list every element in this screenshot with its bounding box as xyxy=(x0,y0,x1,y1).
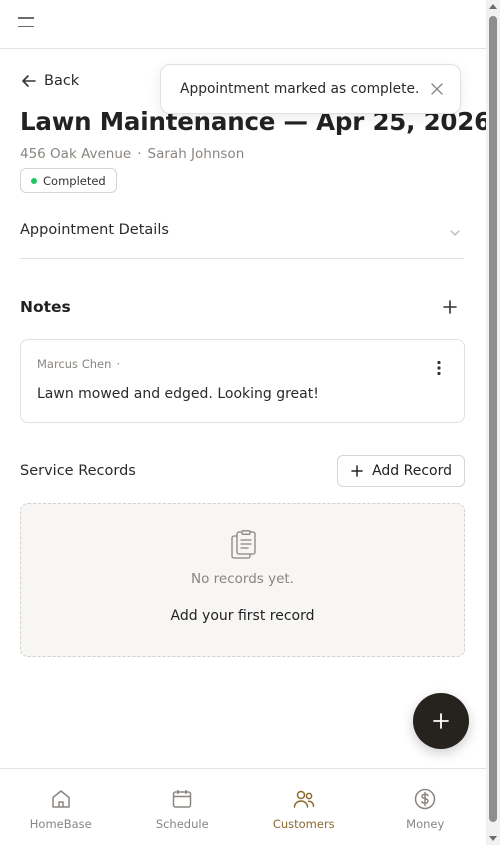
top-bar xyxy=(0,0,486,49)
bottom-nav: HomeBase Schedule Customers Money xyxy=(0,768,486,845)
appointment-subtitle: 456 Oak Avenue · Sarah Johnson xyxy=(20,146,244,162)
status-badge: Completed xyxy=(20,168,117,193)
note-separator: · xyxy=(116,357,121,371)
back-label: Back xyxy=(44,73,80,89)
add-record-button[interactable]: Add Record xyxy=(337,455,465,487)
arrow-left-icon xyxy=(22,75,36,87)
separator: · xyxy=(137,146,142,162)
note-card: Marcus Chen · Lawn mowed and edged. Look… xyxy=(20,339,465,423)
page: Back Lawn Maintenance — Apr 25, 2026 456… xyxy=(0,0,491,845)
nav-item-customers[interactable]: Customers xyxy=(243,769,365,845)
nav-item-schedule[interactable]: Schedule xyxy=(122,769,244,845)
users-icon xyxy=(293,790,314,808)
appointment-details-label: Appointment Details xyxy=(20,222,169,238)
nav-label: Customers xyxy=(272,817,335,831)
scroll-up-arrow-icon[interactable] xyxy=(489,4,497,9)
close-icon[interactable] xyxy=(430,82,444,96)
floating-add-button[interactable] xyxy=(413,693,469,749)
calendar-icon xyxy=(173,790,192,808)
records-empty-state: No records yet. Add your first record xyxy=(20,503,465,657)
note-author: Marcus Chen xyxy=(37,357,112,371)
nav-label: Schedule xyxy=(155,817,209,831)
notes-header: Notes xyxy=(20,297,464,317)
status-dot xyxy=(31,177,37,184)
add-first-record-link[interactable]: Add your first record xyxy=(21,608,464,624)
home-icon xyxy=(52,790,70,808)
notes-title: Notes xyxy=(20,298,71,316)
clipboard-icon xyxy=(231,530,256,559)
scrollbar[interactable] xyxy=(486,0,500,845)
nav-label: Money xyxy=(406,817,445,831)
scroll-thumb[interactable] xyxy=(489,16,497,822)
address: 456 Oak Avenue xyxy=(20,146,132,162)
status-label: Completed xyxy=(43,173,106,188)
nav-item-homebase[interactable]: HomeBase xyxy=(0,769,122,845)
customer-name: Sarah Johnson xyxy=(147,146,245,162)
empty-records-text: No records yet. xyxy=(191,571,294,587)
back-link[interactable]: Back xyxy=(20,72,79,90)
appointment-details-toggle[interactable]: Appointment Details xyxy=(20,218,464,259)
nav-item-money[interactable]: Money xyxy=(365,769,487,845)
service-records-header: Service Records Add Record xyxy=(20,455,465,487)
dollar-icon xyxy=(415,788,436,810)
note-meta: Marcus Chen · xyxy=(37,357,120,371)
toast-notification: Appointment marked as complete. xyxy=(160,64,461,114)
plus-icon xyxy=(433,713,449,729)
chevron-down-icon xyxy=(450,230,460,236)
more-vertical-icon[interactable] xyxy=(436,360,442,376)
add-note-plus-icon[interactable] xyxy=(440,297,460,317)
note-text: Lawn mowed and edged. Looking great! xyxy=(37,386,319,402)
add-record-label: Add Record xyxy=(372,463,452,479)
scroll-down-arrow-icon[interactable] xyxy=(489,836,497,841)
nav-label: HomeBase xyxy=(29,817,92,831)
service-records-title: Service Records xyxy=(20,463,136,479)
toast-message: Appointment marked as complete. xyxy=(180,81,420,97)
hamburger-menu-icon[interactable] xyxy=(18,17,34,29)
plus-icon xyxy=(351,465,363,477)
